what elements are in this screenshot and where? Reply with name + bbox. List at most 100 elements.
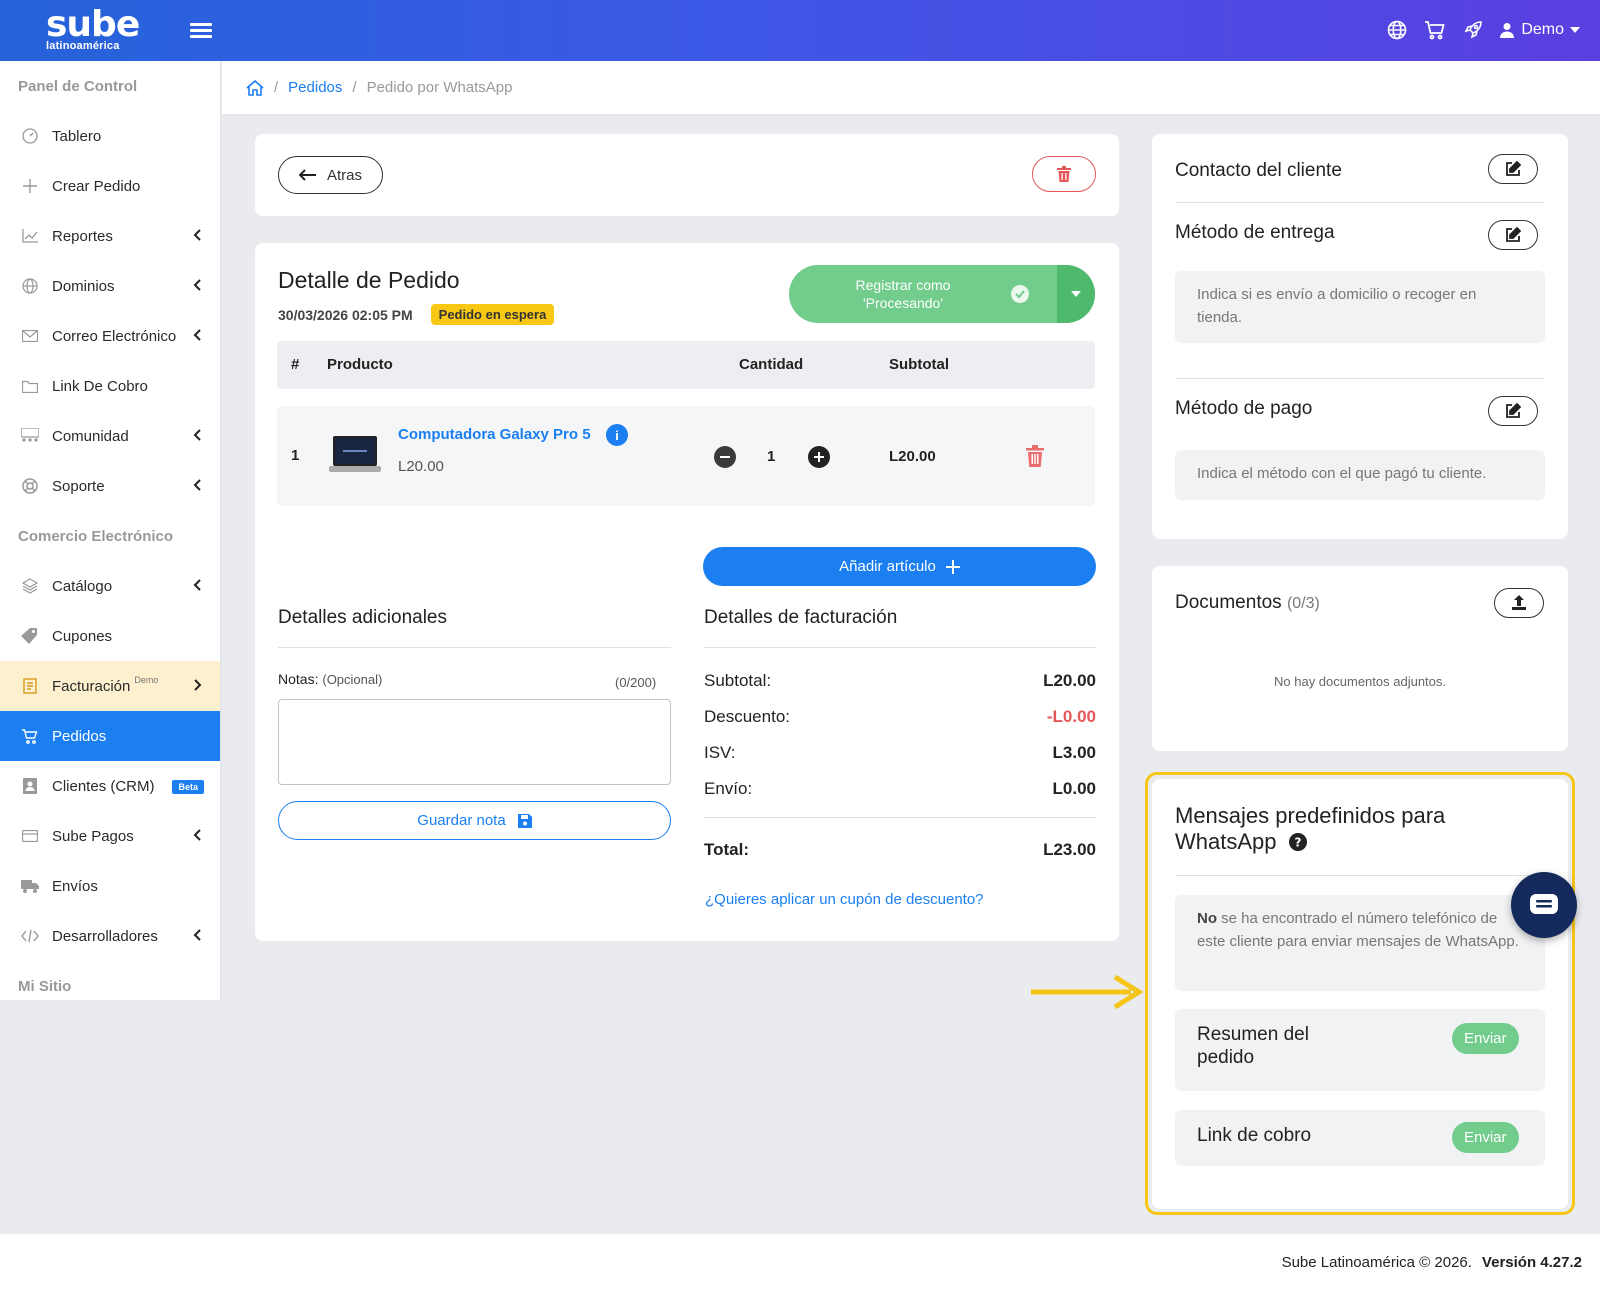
divider <box>704 647 1096 648</box>
top-navbar: sube latinoamérica Demo <box>0 0 1600 61</box>
sidebar-item-correo[interactable]: Correo Electrónico <box>0 311 220 361</box>
billing-shipping-row: Envío: L0.00 <box>704 779 1096 799</box>
sidebar-item-catalogo[interactable]: Catálogo <box>0 561 220 611</box>
home-icon[interactable] <box>246 79 264 96</box>
col-qty: Cantidad <box>739 356 804 373</box>
sidebar-item-label: Pedidos <box>52 727 107 745</box>
upload-document-button[interactable] <box>1494 588 1544 618</box>
help-icon[interactable]: ? <box>1288 833 1307 851</box>
warning-text: se ha encontrado el número telefónico de… <box>1197 910 1519 950</box>
sidebar-item-link-cobro[interactable]: Link De Cobro <box>0 361 220 411</box>
breadcrumb-pedidos[interactable]: Pedidos <box>288 79 342 96</box>
sidebar-item-label: Soporte <box>52 477 105 495</box>
envelope-icon <box>20 326 40 346</box>
register-line2: 'Procesando' <box>862 295 944 311</box>
register-processing-button[interactable]: Registrar como 'Procesando' <box>789 265 1095 323</box>
sidebar-item-desarrolladores[interactable]: Desarrolladores <box>0 911 220 961</box>
breadcrumb-separator: / <box>274 79 279 96</box>
sidebar-section-ecommerce: Comercio Electrónico <box>18 527 174 545</box>
sidebar-item-pedidos[interactable]: Pedidos <box>0 711 220 761</box>
sidebar-item-crear-pedido[interactable]: Crear Pedido <box>0 161 220 211</box>
chevron-right-icon <box>194 679 202 691</box>
col-product: Producto <box>327 356 393 373</box>
sidebar-item-label: Envíos <box>52 877 98 895</box>
globe-icon[interactable] <box>1385 18 1409 42</box>
row-num: 1 <box>291 447 300 464</box>
register-dropdown-toggle[interactable] <box>1057 265 1095 323</box>
documents-count: (0/3) <box>1286 595 1320 612</box>
sidebar: Panel de Control Tablero Crear Pedido Re… <box>0 61 221 1000</box>
product-thumbnail[interactable] <box>327 432 383 480</box>
breadcrumb: / Pedidos / Pedido por WhatsApp <box>222 61 1600 115</box>
trash-icon <box>1026 445 1044 467</box>
upload-icon <box>1512 595 1526 610</box>
sidebar-item-cupones[interactable]: Cupones <box>0 611 220 661</box>
billing-tax-value: L3.00 <box>1052 743 1096 762</box>
user-menu[interactable]: Demo <box>1499 21 1580 39</box>
save-note-button[interactable]: Guardar nota <box>278 801 671 840</box>
register-line1: Registrar como <box>855 277 951 293</box>
send-payment-link-button[interactable]: Enviar <box>1452 1122 1519 1153</box>
credit-card-icon <box>20 826 40 846</box>
order-meta: 30/03/2026 02:05 PM Pedido en espera <box>278 304 555 325</box>
sidebar-item-soporte[interactable]: Soporte <box>0 461 220 511</box>
warning-bold: No <box>1197 910 1217 927</box>
sidebar-item-tablero[interactable]: Tablero <box>0 111 220 161</box>
chat-widget-button[interactable] <box>1511 872 1577 938</box>
menu-toggle-icon[interactable] <box>190 20 212 40</box>
sidebar-item-reportes[interactable]: Reportes <box>0 211 220 261</box>
notes-textarea[interactable] <box>278 699 671 785</box>
contact-title: Contacto del cliente <box>1175 160 1342 181</box>
col-subtotal: Subtotal <box>889 356 949 373</box>
delivery-hint: Indica si es envío a domicilio o recoger… <box>1175 271 1545 343</box>
sidebar-item-envios[interactable]: Envíos <box>0 861 220 911</box>
sidebar-item-dominios[interactable]: Dominios <box>0 261 220 311</box>
billing-total-label: Total: <box>704 840 750 859</box>
sidebar-item-comunidad[interactable]: Comunidad <box>0 411 220 461</box>
delete-order-button[interactable] <box>1032 156 1096 192</box>
chevron-left-icon <box>193 829 201 841</box>
breadcrumb-current: Pedido por WhatsApp <box>366 79 513 96</box>
community-icon <box>20 426 40 446</box>
delivery-title: Método de entrega <box>1175 222 1335 243</box>
qty-increase-button[interactable] <box>808 446 830 468</box>
breadcrumb-separator: / <box>352 79 357 96</box>
back-label: Atras <box>326 166 362 184</box>
back-button[interactable]: Atras <box>278 156 383 194</box>
template-title-line1: Resumen del <box>1197 1024 1309 1045</box>
sidebar-item-facturacion[interactable]: Facturación Demo <box>0 661 220 711</box>
qty-decrease-button[interactable] <box>714 446 736 468</box>
notes-optional: (Opcional) <box>322 672 383 687</box>
product-name-link[interactable]: Computadora Galaxy Pro 5 <box>398 426 591 443</box>
invoice-icon <box>20 676 40 696</box>
divider <box>278 647 671 648</box>
billing-discount-label: Descuento: <box>704 707 790 726</box>
cart-icon[interactable] <box>1423 18 1447 42</box>
brand-logo[interactable]: sube latinoamérica <box>46 7 140 53</box>
status-badge: Pedido en espera <box>430 304 555 325</box>
lifebuoy-icon <box>20 476 40 496</box>
template-order-summary: Resumen del pedido Enviar <box>1175 1009 1545 1091</box>
chevron-left-icon <box>193 929 201 941</box>
edit-payment-button[interactable] <box>1488 396 1538 426</box>
col-num: # <box>291 356 300 373</box>
qty-value[interactable]: 1 <box>767 448 775 465</box>
billing-subtotal-row: Subtotal: L20.00 <box>704 671 1096 691</box>
register-processing-main[interactable]: Registrar como 'Procesando' <box>789 265 1057 323</box>
save-icon <box>517 813 532 828</box>
edit-contact-button[interactable] <box>1488 154 1538 184</box>
sidebar-item-label: Dominios <box>52 277 115 295</box>
edit-delivery-button[interactable] <box>1488 220 1538 250</box>
row-delete-button[interactable] <box>1026 445 1044 472</box>
sidebar-item-clientes[interactable]: Clientes (CRM) Beta <box>0 761 220 811</box>
add-item-button[interactable]: Añadir artículo <box>703 547 1096 586</box>
chevron-left-icon <box>193 579 201 591</box>
coupon-link[interactable]: ¿Quieres aplicar un cupón de descuento? <box>705 891 984 908</box>
sidebar-item-sube-pagos[interactable]: Sube Pagos <box>0 811 220 861</box>
sidebar-item-label: Correo Electrónico <box>52 327 177 345</box>
contact-card-icon <box>20 776 40 796</box>
rocket-icon[interactable] <box>1461 18 1485 42</box>
product-info-icon[interactable]: i <box>606 424 628 446</box>
tag-icon <box>20 626 40 646</box>
send-summary-button[interactable]: Enviar <box>1452 1023 1519 1054</box>
